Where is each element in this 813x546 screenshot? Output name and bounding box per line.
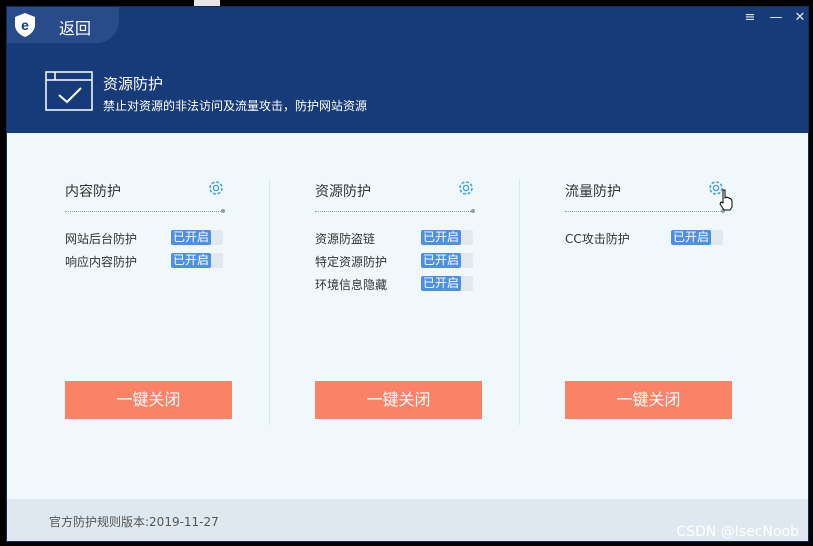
toggle-status: 已开启 [171, 253, 211, 268]
menu-icon[interactable]: ≡ [741, 10, 759, 26]
dotted-divider [65, 209, 225, 213]
status-toggle[interactable]: 已开启 [421, 253, 473, 268]
status-toggle[interactable]: 已开启 [671, 230, 723, 245]
close-all-button[interactable]: 一键关闭 [315, 381, 482, 419]
item-label: 特定资源防护 [315, 255, 388, 269]
status-toggle[interactable]: 已开启 [171, 230, 223, 245]
gear-icon[interactable] [207, 179, 225, 197]
gear-icon[interactable] [457, 179, 475, 197]
list-item: 资源防盗链 已开启 [315, 229, 483, 247]
close-all-button[interactable]: 一键关闭 [65, 381, 232, 419]
toggle-status: 已开启 [671, 230, 711, 245]
list-item: 特定资源防护 已开启 [315, 252, 483, 270]
rules-version: 官方防护规则版本:2019-11-27 [49, 515, 219, 529]
minimize-icon[interactable]: — [767, 10, 785, 26]
shield-e-logo-icon: e [15, 13, 35, 37]
toggle-status: 已开启 [171, 230, 211, 245]
hand-cursor-icon [719, 189, 733, 211]
item-label: 资源防盗链 [315, 232, 376, 246]
list-item: 环境信息隐藏 已开启 [315, 275, 483, 293]
item-label: 响应内容防护 [65, 255, 138, 269]
item-label: 网站后台防护 [65, 232, 138, 246]
svg-text:e: e [21, 17, 29, 33]
status-toggle[interactable]: 已开启 [171, 253, 223, 268]
toggle-status: 已开启 [421, 253, 461, 268]
list-item: 网站后台防护 已开启 [65, 229, 233, 247]
close-all-button[interactable]: 一键关闭 [565, 381, 732, 419]
header-banner: e 返回 ≡ — ✕ 资源防护 禁止对资源的非法访问及流量攻击，防护网站资源 [7, 7, 808, 133]
status-toggle[interactable]: 已开启 [421, 276, 473, 291]
column-divider [519, 179, 520, 425]
page-subtitle: 禁止对资源的非法访问及流量攻击，防护网站资源 [103, 99, 368, 113]
item-label: 环境信息隐藏 [315, 278, 388, 292]
toggle-status: 已开启 [421, 276, 461, 291]
page-title: 资源防护 [103, 75, 164, 93]
dotted-divider [565, 209, 725, 213]
dotted-divider [315, 209, 475, 213]
list-item: 响应内容防护 已开启 [65, 252, 233, 270]
panel-title: 流量防护 [565, 184, 621, 200]
close-icon[interactable]: ✕ [791, 10, 808, 26]
watermark: CSDN @IsecNoob [676, 524, 799, 540]
item-label: CC攻击防护 [565, 232, 630, 246]
app-window: e 返回 ≡ — ✕ 资源防护 禁止对资源的非法访问及流量攻击，防护网站资源 内… [6, 6, 809, 542]
back-label: 返回 [59, 19, 92, 38]
status-toggle[interactable]: 已开启 [421, 230, 473, 245]
panel-title: 资源防护 [315, 184, 371, 200]
toggle-status: 已开启 [421, 230, 461, 245]
column-divider [269, 179, 270, 425]
list-item: CC攻击防护 已开启 [565, 229, 733, 247]
browser-check-icon [45, 71, 93, 111]
back-button[interactable]: e 返回 [7, 7, 119, 43]
panel-title: 内容防护 [65, 184, 121, 200]
